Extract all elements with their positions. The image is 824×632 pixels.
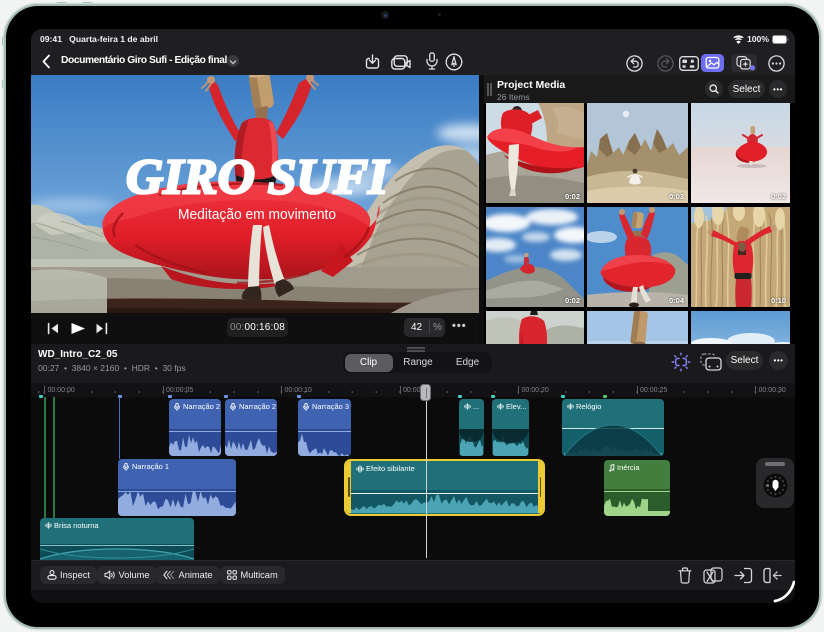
svg-text:Meditação em movimento: Meditação em movimento: [178, 207, 336, 223]
svg-text:GIRO SUFI: GIRO SUFI: [126, 148, 390, 204]
